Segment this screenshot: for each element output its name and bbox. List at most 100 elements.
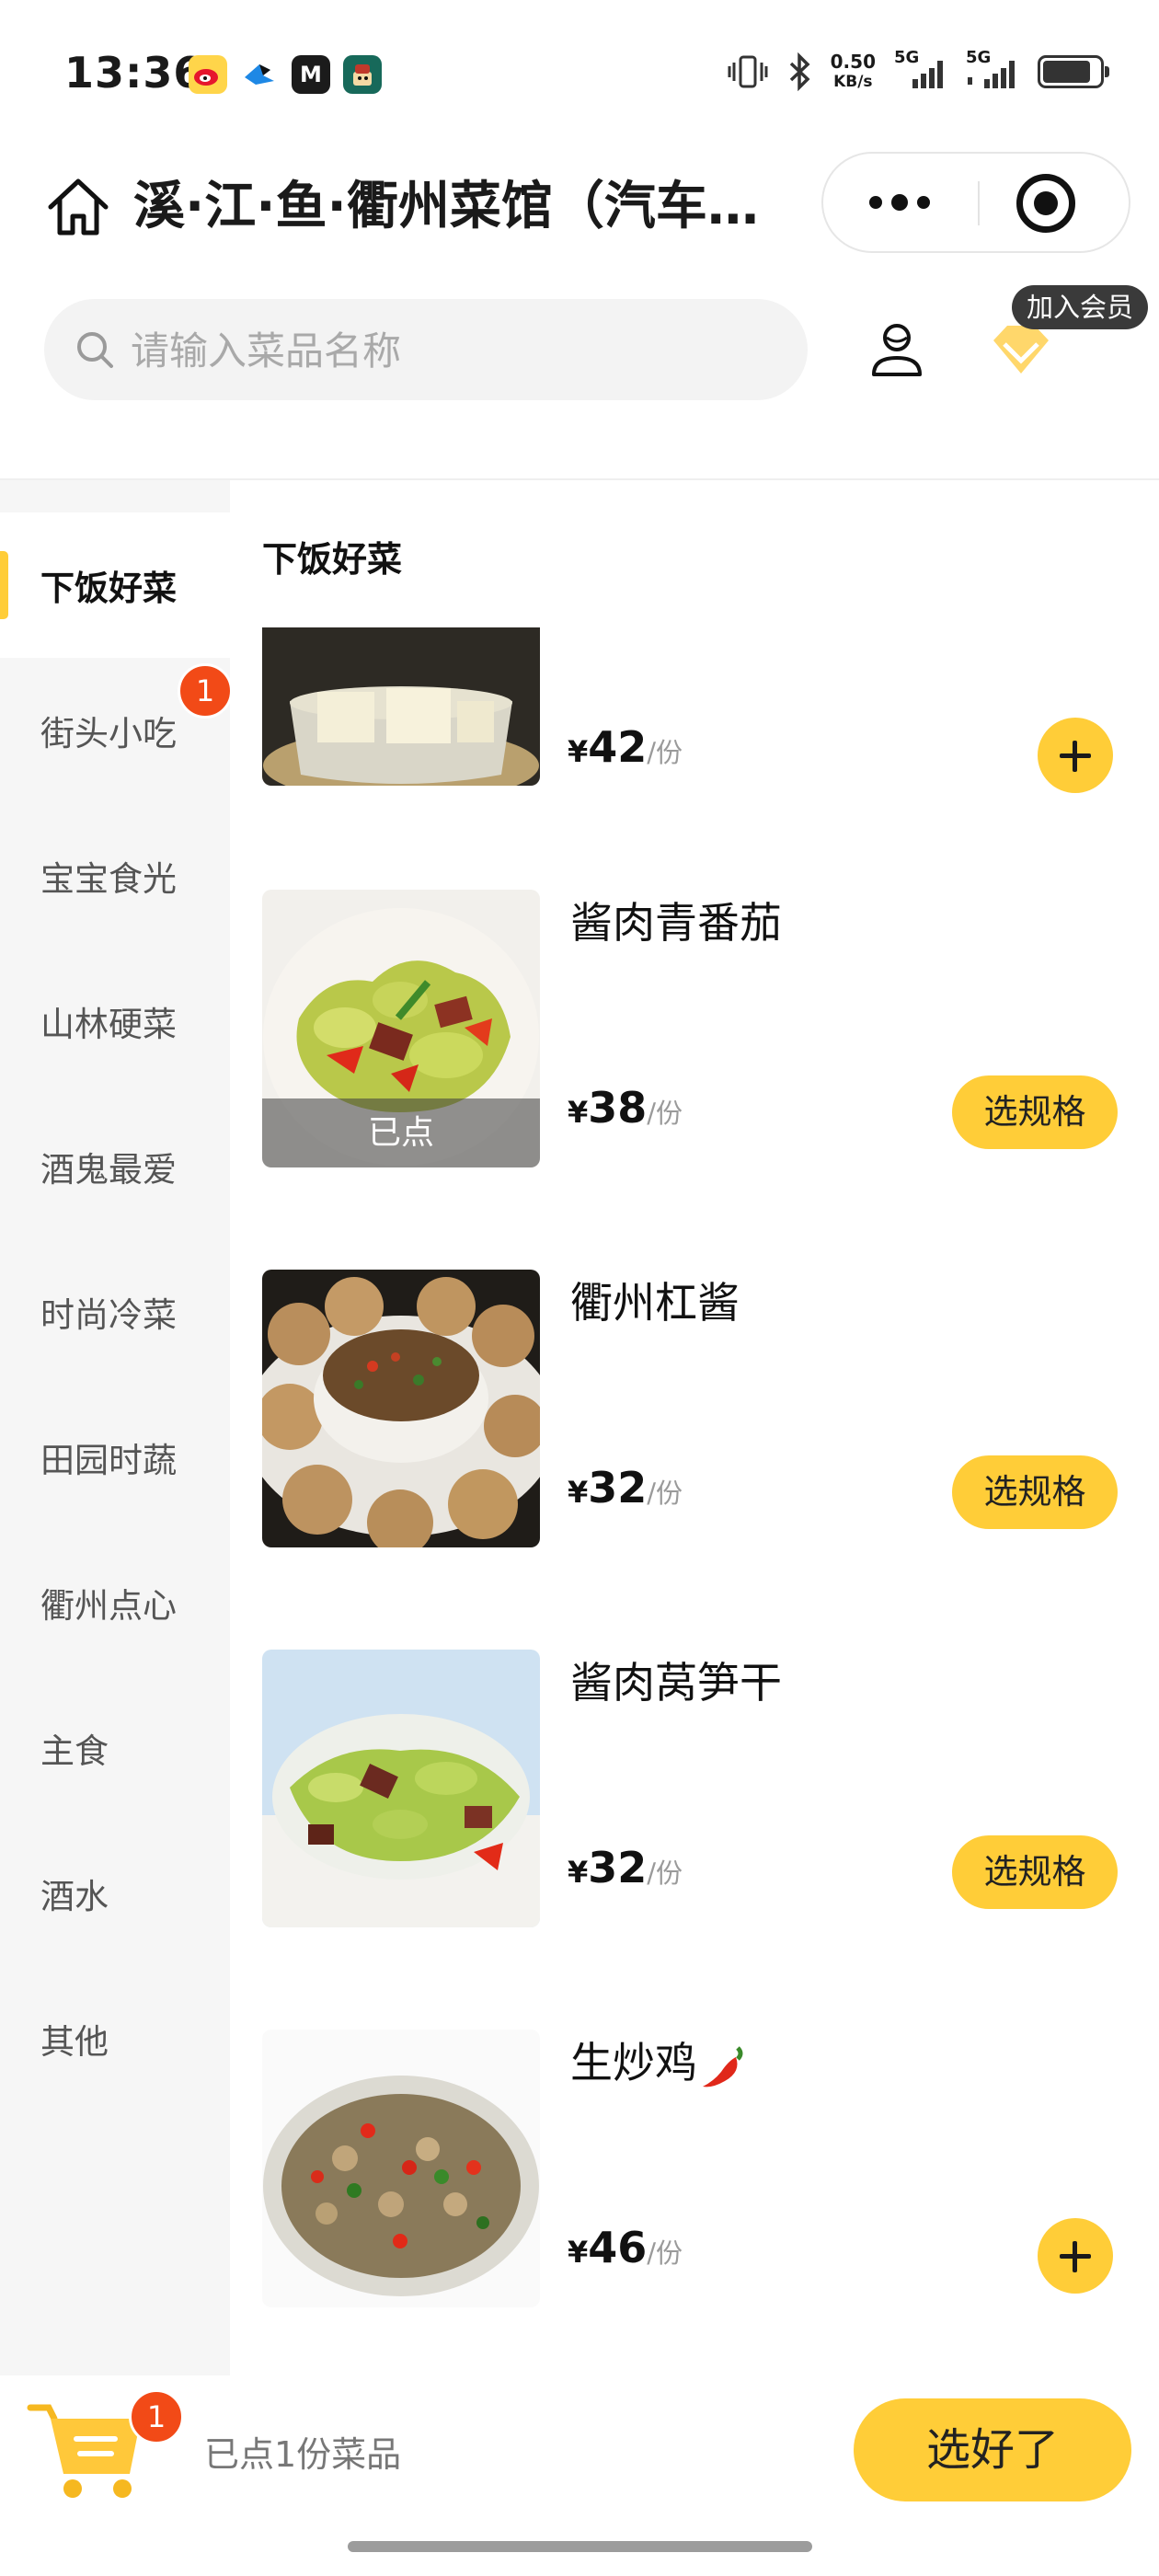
dish-image (262, 1650, 540, 1927)
signal-1-label: 5G (894, 48, 920, 67)
home-button[interactable] (41, 170, 115, 244)
sidebar-item-街头小吃[interactable]: 街头小吃 1 (0, 658, 233, 803)
currency-symbol: ¥ (568, 2235, 589, 2270)
capsule-divider (978, 181, 980, 225)
sidebar-item-时尚冷菜[interactable]: 时尚冷菜 (0, 1239, 230, 1385)
chili-icon (703, 2045, 743, 2087)
user-center-button[interactable] (865, 317, 929, 382)
dish-name: 酱肉青番茄 (570, 898, 782, 948)
network-speed: 0.50 KB/s (831, 52, 876, 92)
dish-item[interactable]: 已点 酱肉青番茄 ¥38/份 选规格 (230, 890, 1159, 1167)
sidebar-item-其他[interactable]: 其他 (0, 1966, 230, 2111)
dot-icon (891, 194, 908, 211)
sidebar-item-主食[interactable]: 主食 (0, 1675, 230, 1821)
currency-symbol: ¥ (568, 1855, 589, 1890)
sidebar-item-酒鬼最爱[interactable]: 酒鬼最爱 (0, 1094, 230, 1239)
sidebar-item-label: 时尚冷菜 (40, 1295, 177, 1335)
dot-icon (869, 196, 882, 209)
price-value: 38 (588, 1083, 648, 1133)
weibo-icon (189, 55, 227, 94)
cart-summary: 已点1份菜品 (204, 2434, 402, 2475)
sidebar-item-下饭好菜[interactable]: 下饭好菜 (0, 512, 230, 658)
dish-price: ¥46/份 (568, 2223, 683, 2272)
select-spec-button[interactable]: 选规格 (952, 1455, 1118, 1529)
dish-list: 下饭好菜 ¥42/份 已点 酱肉青番茄 ¥38/份 选规格 衢州杠酱 ¥32/份… (230, 480, 1159, 2375)
select-spec-button[interactable]: 选规格 (952, 1835, 1118, 1909)
dish-item[interactable]: 生炒鸡 ¥46/份 (230, 2030, 1159, 2307)
vibrate-icon (728, 55, 768, 88)
home-icon (48, 178, 109, 236)
signal-2-label: 5G (966, 48, 992, 67)
dish-price: ¥42/份 (568, 722, 683, 772)
sidebar-item-label: 酒鬼最爱 (40, 1150, 177, 1190)
section-title: 下饭好菜 (262, 539, 403, 580)
search-input[interactable] (129, 299, 776, 402)
avatar-app-icon (343, 55, 382, 94)
sidebar-item-衢州点心[interactable]: 衢州点心 (0, 1530, 230, 1675)
category-sidebar: 下饭好菜 街头小吃 1 宝宝食光 山林硬菜 酒鬼最爱 时尚冷菜 田园时蔬 衢州点心… (0, 480, 233, 2375)
sidebar-top-cap (0, 480, 230, 512)
sidebar-item-酒水[interactable]: 酒水 (0, 1821, 230, 1966)
price-value: 32 (588, 1463, 648, 1512)
join-member-badge[interactable]: 加入会员 (1012, 285, 1149, 329)
dish-image (262, 2030, 540, 2307)
sidebar-item-label: 衢州点心 (40, 1586, 177, 1626)
price-value: 42 (588, 722, 648, 772)
price-value: 32 (588, 1843, 648, 1892)
more-options-button[interactable] (823, 154, 976, 251)
category-count-badge: 1 (178, 663, 233, 719)
m-app-icon: M (292, 55, 330, 94)
currency-symbol: ¥ (568, 734, 589, 769)
price-unit: /份 (647, 1478, 683, 1509)
ordered-label: 已点 (262, 1098, 540, 1167)
add-to-cart-button[interactable] (1038, 718, 1113, 793)
sidebar-item-label: 主食 (40, 1731, 109, 1771)
bird-app-icon (240, 55, 279, 94)
checkout-button[interactable]: 选好了 (854, 2398, 1131, 2501)
page-title: 溪·江·鱼·衢州菜馆（汽车… (133, 177, 759, 236)
signal-1-icon: 5G (894, 48, 947, 90)
sidebar-item-label: 街头小吃 (40, 714, 177, 753)
net-speed-value: 0.50 (830, 51, 876, 73)
select-spec-button[interactable]: 选规格 (952, 1075, 1118, 1149)
dish-item[interactable]: ¥42/份 (230, 627, 1159, 903)
dish-item[interactable]: 酱肉莴笋干 ¥32/份 选规格 (230, 1650, 1159, 1927)
dish-name: 酱肉莴笋干 (570, 1658, 782, 1708)
sidebar-item-label: 山林硬菜 (40, 1005, 177, 1044)
price-value: 46 (588, 2223, 648, 2272)
price-unit: /份 (647, 2237, 683, 2269)
close-miniprogram-button[interactable] (1016, 174, 1075, 233)
cart-bar: 1 已点1份菜品 选好了 (0, 2378, 1159, 2539)
sidebar-item-label: 酒水 (40, 1877, 109, 1916)
dish-price: ¥32/份 (568, 1463, 683, 1512)
dish-name: 衢州杠酱 (570, 1278, 740, 1328)
add-to-cart-button[interactable] (1038, 2218, 1113, 2294)
sidebar-item-山林硬菜[interactable]: 山林硬菜 (0, 949, 230, 1094)
mini-program-header: 溪·江·鱼·衢州菜馆（汽车… (0, 152, 1159, 262)
dot-icon (917, 196, 930, 209)
dish-price: ¥38/份 (568, 1083, 683, 1133)
search-icon (77, 332, 113, 368)
sidebar-item-label: 田园时蔬 (40, 1441, 177, 1480)
dish-name: 生炒鸡 (570, 2038, 697, 2087)
dish-name-row: 生炒鸡 (570, 2030, 749, 2092)
user-icon (872, 324, 922, 376)
signal-2-icon: 5G (966, 48, 1019, 90)
sidebar-item-label: 宝宝食光 (40, 859, 177, 899)
status-bar: 13:36 M 0.50 KB/s 5G 5G (0, 0, 1159, 152)
dish-item[interactable]: 衢州杠酱 ¥32/份 选规格 (230, 1270, 1159, 1547)
bluetooth-icon (789, 52, 810, 91)
search-bar[interactable] (44, 299, 808, 402)
battery-icon (1038, 55, 1109, 88)
clock: 13:36 (64, 48, 204, 98)
price-unit: /份 (647, 737, 683, 768)
sidebar-item-宝宝食光[interactable]: 宝宝食光 (0, 803, 230, 949)
dish-image: 已点 (262, 890, 540, 1167)
price-unit: /份 (647, 1857, 683, 1889)
cart-count-badge: 1 (129, 2389, 184, 2444)
sidebar-item-田园时蔬[interactable]: 田园时蔬 (0, 1385, 230, 1530)
sidebar-item-label: 其他 (40, 2022, 109, 2062)
net-speed-unit: KB/s (833, 73, 873, 91)
home-indicator[interactable] (348, 2541, 812, 2552)
dish-image (262, 1270, 540, 1547)
